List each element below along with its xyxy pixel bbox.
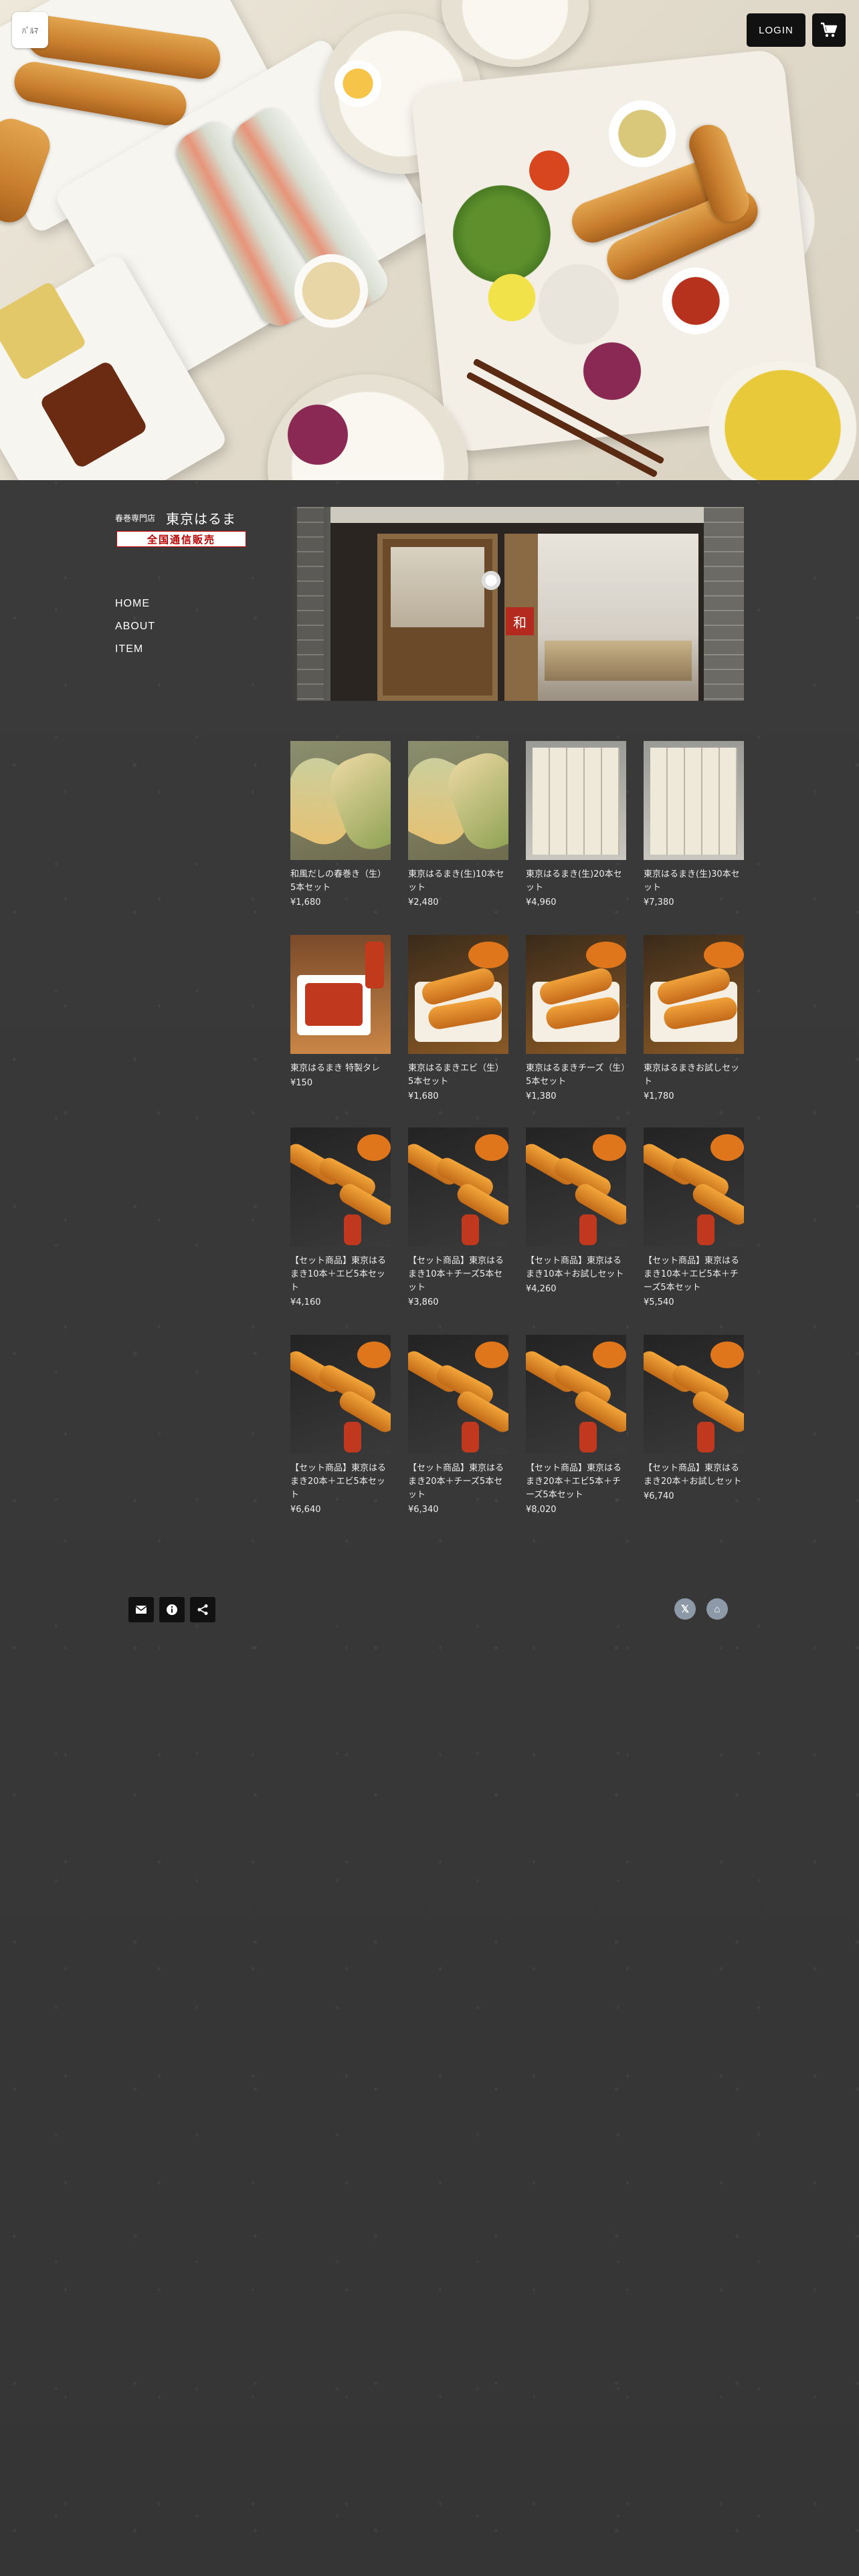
- shop-logo-subtitle: 春巻専門店: [115, 514, 156, 523]
- product-name[interactable]: 【セット商品】東京はるまき20本＋エビ5本＋チーズ5本セット: [526, 1462, 626, 1502]
- product-price: ¥4,160: [290, 1297, 321, 1307]
- home-icon: ⌂: [714, 1603, 721, 1615]
- product-card[interactable]: 【セット商品】東京はるまき10本＋エビ5本＋チーズ5本セット ¥5,540: [644, 1128, 744, 1309]
- product-thumbnail[interactable]: [290, 1128, 391, 1247]
- product-thumbnail[interactable]: [644, 1335, 744, 1454]
- product-name[interactable]: 【セット商品】東京はるまき10本＋お試しセット: [526, 1255, 626, 1281]
- home-link[interactable]: ⌂: [706, 1598, 728, 1620]
- product-thumbnail[interactable]: [644, 741, 744, 860]
- product-thumbnail[interactable]: [526, 741, 626, 860]
- product-thumbnail[interactable]: [408, 1335, 508, 1454]
- mail-button[interactable]: [128, 1597, 154, 1622]
- product-price: ¥2,480: [408, 897, 439, 907]
- product-card[interactable]: 【セット商品】東京はるまき10本＋エビ5本セット ¥4,160: [290, 1128, 391, 1309]
- product-price: ¥4,260: [526, 1284, 557, 1294]
- product-price: ¥1,680: [290, 897, 321, 907]
- cart-icon: [821, 22, 838, 37]
- info-button[interactable]: [159, 1597, 185, 1622]
- product-price: ¥150: [290, 1078, 313, 1088]
- product-price: ¥4,960: [526, 897, 557, 907]
- product-card[interactable]: 【セット商品】東京はるまき20本＋チーズ5本セット ¥6,340: [408, 1335, 508, 1517]
- hero-image: [0, 0, 859, 480]
- product-thumbnail[interactable]: [408, 935, 508, 1054]
- product-name[interactable]: 東京はるまき(生)30本セット: [644, 868, 744, 895]
- share-button[interactable]: [190, 1597, 215, 1622]
- product-thumbnail[interactable]: [526, 1335, 626, 1454]
- side-nav: HOME ABOUT ITEM: [115, 597, 155, 665]
- x-icon: 𝕏: [680, 1604, 690, 1615]
- product-price: ¥3,860: [408, 1297, 439, 1307]
- product-card[interactable]: 【セット商品】東京はるまき10本＋チーズ5本セット ¥3,860: [408, 1128, 508, 1309]
- product-thumbnail[interactable]: [290, 741, 391, 860]
- storefront-photo: 和: [290, 507, 744, 701]
- product-thumbnail[interactable]: [408, 741, 508, 860]
- product-thumbnail[interactable]: [526, 935, 626, 1054]
- product-name[interactable]: 【セット商品】東京はるまき20本＋お試しセット: [644, 1462, 744, 1489]
- product-thumbnail[interactable]: [526, 1128, 626, 1247]
- product-card[interactable]: 和風だしの春巻き（生）5本セット ¥1,680: [290, 741, 391, 909]
- shop-logo-badge: 全国通信販売: [116, 531, 246, 547]
- product-name[interactable]: 東京はるまき 特製タレ: [290, 1062, 391, 1075]
- shop-logo[interactable]: 春巻専門店 東京はるまき 全国通信販売: [115, 511, 249, 551]
- product-thumbnail[interactable]: [290, 935, 391, 1054]
- product-price: ¥8,020: [526, 1505, 557, 1515]
- product-card[interactable]: 東京はるまきお試しセット ¥1,780: [644, 935, 744, 1103]
- site-logo-button[interactable]: ﾊﾟﾙﾏ: [12, 12, 48, 48]
- product-card[interactable]: 【セット商品】東京はるまき20本＋エビ5本＋チーズ5本セット ¥8,020: [526, 1335, 626, 1517]
- product-card[interactable]: 東京はるまき(生)30本セット ¥7,380: [644, 741, 744, 909]
- product-name[interactable]: 【セット商品】東京はるまき20本＋チーズ5本セット: [408, 1462, 508, 1502]
- product-name[interactable]: 東京はるまき(生)20本セット: [526, 868, 626, 895]
- social-links: 𝕏 ⌂: [674, 1598, 728, 1620]
- product-thumbnail[interactable]: [408, 1128, 508, 1247]
- product-name[interactable]: 【セット商品】東京はるまき10本＋エビ5本セット: [290, 1255, 391, 1295]
- product-card[interactable]: 【セット商品】東京はるまき20本＋エビ5本セット ¥6,640: [290, 1335, 391, 1517]
- site-logo-text: ﾊﾟﾙﾏ: [21, 25, 38, 35]
- login-button[interactable]: LOGIN: [747, 13, 805, 47]
- product-name[interactable]: 東京はるまきお試しセット: [644, 1062, 744, 1089]
- product-thumbnail[interactable]: [644, 1128, 744, 1247]
- product-price: ¥5,540: [644, 1297, 674, 1307]
- nav-about[interactable]: ABOUT: [115, 620, 155, 643]
- product-card[interactable]: 【セット商品】東京はるまき20本＋お試しセット ¥6,740: [644, 1335, 744, 1503]
- product-card[interactable]: 東京はるまき(生)10本セット ¥2,480: [408, 741, 508, 909]
- product-name[interactable]: 東京はるまきチーズ（生）5本セット: [526, 1062, 626, 1089]
- nav-home[interactable]: HOME: [115, 597, 155, 620]
- footer-actions: [128, 1597, 215, 1622]
- product-card[interactable]: 東京はるまき(生)20本セット ¥4,960: [526, 741, 626, 909]
- product-name[interactable]: 東京はるまきエビ（生）5本セット: [408, 1062, 508, 1089]
- product-name[interactable]: 東京はるまき(生)10本セット: [408, 868, 508, 895]
- product-price: ¥1,380: [526, 1091, 557, 1101]
- product-thumbnail[interactable]: [644, 935, 744, 1054]
- share-icon: [197, 1604, 208, 1615]
- product-name[interactable]: 【セット商品】東京はるまき20本＋エビ5本セット: [290, 1462, 391, 1502]
- product-price: ¥6,340: [408, 1505, 439, 1515]
- product-price: ¥6,640: [290, 1505, 321, 1515]
- product-card[interactable]: 【セット商品】東京はるまき10本＋お試しセット ¥4,260: [526, 1128, 626, 1296]
- x-link[interactable]: 𝕏: [674, 1598, 696, 1620]
- product-price: ¥1,680: [408, 1091, 439, 1101]
- info-icon: [167, 1604, 177, 1615]
- product-name[interactable]: 【セット商品】東京はるまき10本＋エビ5本＋チーズ5本セット: [644, 1255, 744, 1295]
- product-card[interactable]: 東京はるまき 特製タレ ¥150: [290, 935, 391, 1090]
- nav-item[interactable]: ITEM: [115, 643, 155, 665]
- product-name[interactable]: 【セット商品】東京はるまき10本＋チーズ5本セット: [408, 1255, 508, 1295]
- product-card[interactable]: 東京はるまきチーズ（生）5本セット ¥1,380: [526, 935, 626, 1103]
- mail-icon: [135, 1606, 147, 1614]
- product-card[interactable]: 東京はるまきエビ（生）5本セット ¥1,680: [408, 935, 508, 1103]
- product-price: ¥1,780: [644, 1091, 674, 1101]
- cart-button[interactable]: [812, 13, 846, 47]
- product-price: ¥7,380: [644, 897, 674, 907]
- product-thumbnail[interactable]: [290, 1335, 391, 1454]
- product-price: ¥6,740: [644, 1491, 674, 1501]
- product-name[interactable]: 和風だしの春巻き（生）5本セット: [290, 868, 391, 895]
